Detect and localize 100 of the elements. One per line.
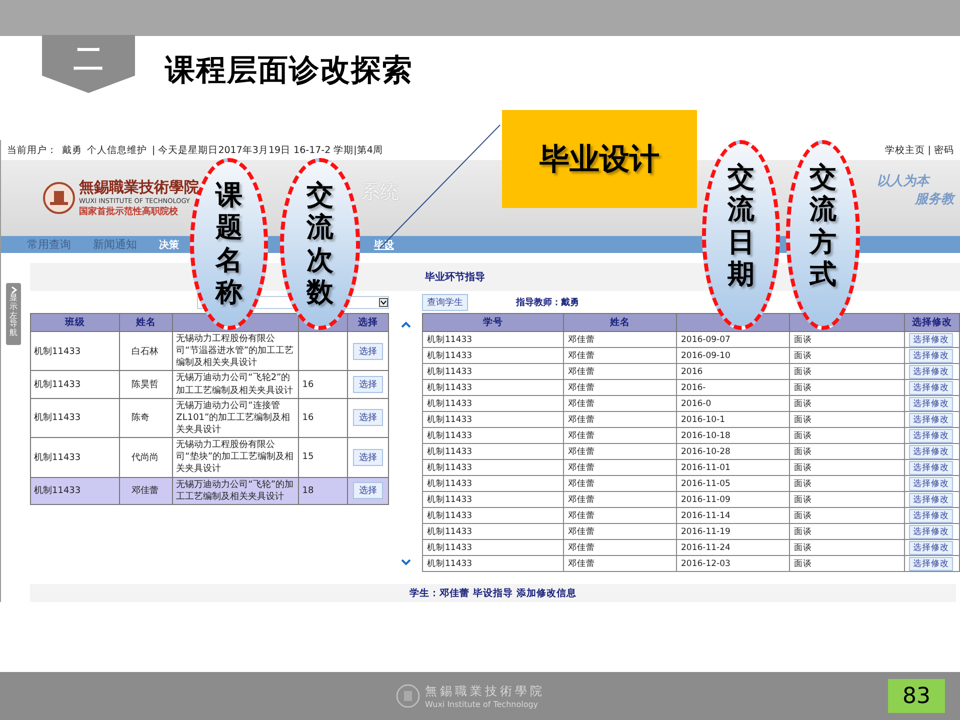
table-cell: 机制11433 (422, 332, 564, 348)
school-name: 無錫職業技術學院 (79, 178, 199, 197)
slide-title: 课程层面诊改探索 (165, 52, 413, 90)
table-cell: 邓佳蕾 (564, 444, 676, 460)
table-cell: 面谈 (790, 348, 904, 364)
table-cell: 2016-12-03 (676, 556, 790, 572)
table-cell: 2016-10-28 (676, 444, 790, 460)
table-cell: 面谈 (790, 428, 904, 444)
motto-text: 以人为本 (877, 173, 932, 190)
table-cell: 无锡动力工程股份有限公司“垫块”的加工工艺编制及相关夹具设计 (172, 438, 299, 478)
school-name-english: Wuxi Institute of Technology (425, 700, 540, 709)
table-cell: 邓佳蕾 (564, 508, 676, 524)
table-cell: 邓佳蕾 (564, 396, 676, 412)
table-cell: 面谈 (790, 364, 904, 380)
table-cell: 机制11433 (422, 540, 564, 556)
table-cell: 邓佳蕾 (564, 460, 676, 476)
table-cell: 邓佳蕾 (564, 348, 676, 364)
table-cell: 机制11433 (422, 444, 564, 460)
table-cell: 2016-11-14 (676, 508, 790, 524)
footer-text: 学生：邓佳蕾 毕设指导 添加修改信息 (410, 586, 576, 600)
table-cell: 机制11433 (422, 364, 564, 380)
table-cell: 16 (298, 370, 348, 398)
table-cell: 机制11433 (422, 476, 564, 492)
callout-label: 毕业设计 (502, 110, 697, 208)
column-header: 学号 (422, 314, 564, 332)
table-cell: 邓佳蕾 (564, 412, 676, 428)
column-header: 选择修改 (904, 314, 960, 332)
table-cell: 2016-09-07 (676, 332, 790, 348)
table-cell: 16 (298, 398, 348, 438)
table-cell: 面谈 (790, 524, 904, 540)
table-cell: 面谈 (790, 460, 904, 476)
school-tagline: 国家首批示范性高职院校 (79, 205, 178, 218)
table-cell: 机制11433 (30, 332, 120, 371)
table-cell: 邓佳蕾 (564, 556, 676, 572)
table-cell: 面谈 (790, 476, 904, 492)
table-cell: 2016-11-09 (676, 492, 790, 508)
table-cell: 面谈 (790, 508, 904, 524)
table-cell: 机制11433 (422, 492, 564, 508)
table-cell: 邓佳蕾 (119, 477, 173, 504)
column-header: 姓名 (564, 314, 676, 332)
table-cell: 陈昊哲 (119, 370, 173, 398)
column-header: 选择 (347, 314, 388, 332)
table-cell: 面谈 (790, 540, 904, 556)
page-number: 83 (888, 679, 945, 713)
table-cell: 机制11433 (422, 460, 564, 476)
table-cell: 2016-09-10 (676, 348, 790, 364)
table-cell: 面谈 (790, 492, 904, 508)
date-text: | 今天是星期日2017年3月19日 16-17-2 学期|第4周 (152, 144, 383, 156)
table-cell: 机制11433 (30, 438, 120, 478)
school-name: 無錫職業技術學院 (425, 683, 545, 700)
table-cell: 2016-11-19 (676, 524, 790, 540)
table-cell: 面谈 (790, 556, 904, 572)
table-cell: 面谈 (790, 412, 904, 428)
table-cell: 2016- (676, 380, 790, 396)
table-cell: 代尚尚 (119, 438, 173, 478)
table-cell: 邓佳蕾 (564, 332, 676, 348)
column-header: 姓名 (119, 314, 173, 332)
motto-text: 服务教 (915, 191, 954, 208)
table-cell: 机制11433 (30, 398, 120, 438)
table-cell: 面谈 (790, 380, 904, 396)
side-tab-label: 显示左导航 (10, 294, 18, 338)
table-cell: 面谈 (790, 332, 904, 348)
table-cell: 18 (298, 477, 348, 504)
table-cell: 无锡万迪动力公司“飞轮2”的加工工艺编制及相关夹具设计 (172, 370, 299, 398)
table-cell: 陈奇 (119, 398, 173, 438)
table-cell: 2016-11-24 (676, 540, 790, 556)
table-cell: 机制11433 (422, 508, 564, 524)
table-cell: 2016-11-01 (676, 460, 790, 476)
user-label: 当前用户： (7, 144, 57, 156)
table-cell: 机制11433 (422, 380, 564, 396)
table-cell: 2016-11-05 (676, 476, 790, 492)
table-cell: 邓佳蕾 (564, 540, 676, 556)
table-cell: 机制11433 (30, 370, 120, 398)
table-cell: 2016 (676, 364, 790, 380)
table-cell: 机制11433 (422, 556, 564, 572)
table-cell: 面谈 (790, 396, 904, 412)
table-cell: 机制11433 (422, 396, 564, 412)
table-cell: 邓佳蕾 (564, 524, 676, 540)
table-cell: 邓佳蕾 (564, 492, 676, 508)
table-cell: 面谈 (790, 444, 904, 460)
table-cell: 机制11433 (30, 477, 120, 504)
table-cell: 15 (298, 438, 348, 478)
table-cell: 无锡万迪动力公司“飞轮”的加工工艺编制及相关夹具设计 (172, 477, 299, 504)
table-cell: 邓佳蕾 (564, 380, 676, 396)
table-cell: 邓佳蕾 (564, 428, 676, 444)
table-cell: 2016-10-18 (676, 428, 790, 444)
table-cell: 机制11433 (422, 428, 564, 444)
column-header: 班级 (30, 314, 120, 332)
user-name: 戴勇 (62, 144, 82, 156)
table-cell: 无锡万迪动力公司“连接管ZL101”的加工工艺编制及相关夹具设计 (172, 398, 299, 438)
table-cell: 机制11433 (422, 348, 564, 364)
table-cell: 机制11433 (422, 412, 564, 428)
table-cell: 邓佳蕾 (564, 364, 676, 380)
table-cell: 无锡动力工程股份有限公司“节温器进水管”的加工工艺编制及相关夹具设计 (172, 332, 299, 371)
table-cell: 白石林 (119, 332, 173, 371)
table-cell: 2016-10-1 (676, 412, 790, 428)
table-cell: 机制11433 (422, 524, 564, 540)
teacher-label: 指导教师：戴勇 (516, 296, 579, 308)
table-cell: 邓佳蕾 (564, 476, 676, 492)
section-badge: 二 (42, 35, 135, 93)
